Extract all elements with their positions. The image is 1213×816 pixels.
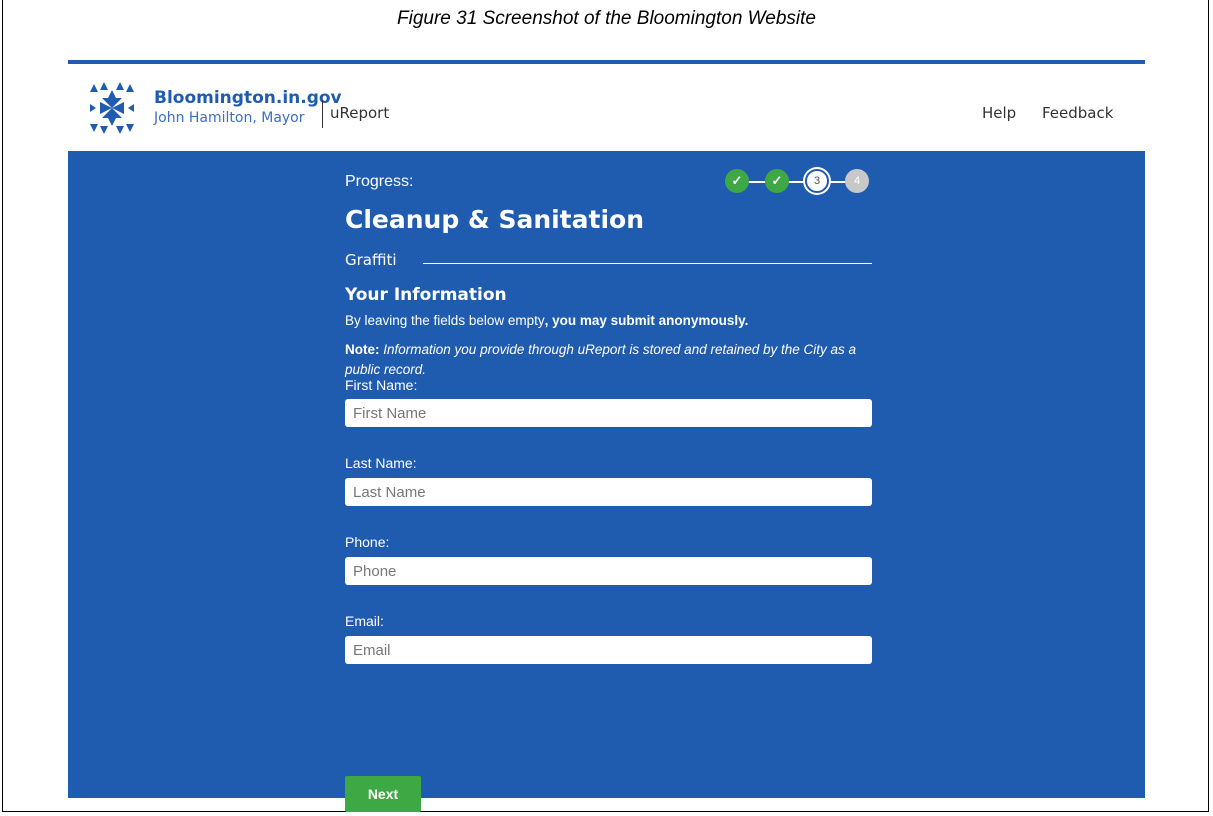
nav-feedback-link[interactable]: Feedback bbox=[1042, 104, 1113, 122]
site-window: Bloomington.in.gov John Hamilton, Mayor … bbox=[68, 60, 1145, 812]
email-label: Email: bbox=[345, 613, 384, 629]
note-text: Information you provide through uReport … bbox=[345, 342, 857, 377]
progress-line bbox=[737, 181, 857, 183]
anonymous-notice-bold: , you may submit anonymously. bbox=[544, 313, 749, 328]
anonymous-notice-text: By leaving the fields below empty bbox=[345, 313, 545, 328]
figure-caption: Figure 31 Screenshot of the Bloomington … bbox=[397, 8, 816, 29]
email-input[interactable] bbox=[345, 636, 872, 664]
section-title: Your Information bbox=[345, 285, 507, 305]
phone-label: Phone: bbox=[345, 534, 390, 550]
site-header: Bloomington.in.gov John Hamilton, Mayor … bbox=[68, 60, 1145, 151]
brand-name[interactable]: Bloomington.in.gov bbox=[154, 88, 342, 108]
first-name-input[interactable] bbox=[345, 399, 872, 427]
step-1-checkmark-icon: ✓ bbox=[725, 169, 749, 193]
note-label: Note: bbox=[345, 342, 380, 357]
last-name-input[interactable] bbox=[345, 478, 872, 506]
step-4-future: 4 bbox=[845, 169, 869, 193]
step-3-current: 3 bbox=[805, 169, 829, 193]
last-name-label: Last Name: bbox=[345, 455, 417, 471]
anonymous-notice: By leaving the fields below empty, you m… bbox=[345, 313, 748, 328]
public-record-note: Note: Information you provide through uR… bbox=[345, 340, 872, 380]
bloomington-logo-icon[interactable] bbox=[88, 80, 136, 136]
next-button[interactable]: Next bbox=[345, 776, 421, 812]
nav-help-link[interactable]: Help bbox=[982, 104, 1016, 122]
progress-steps: ✓ ✓ 3 4 bbox=[725, 169, 873, 195]
subcategory-divider bbox=[423, 263, 872, 264]
category-title: Cleanup & Sanitation bbox=[345, 205, 644, 234]
first-name-label: First Name: bbox=[345, 377, 418, 393]
app-name[interactable]: uReport bbox=[330, 104, 389, 122]
step-2-checkmark-icon: ✓ bbox=[765, 169, 789, 193]
brand-subtitle: John Hamilton, Mayor bbox=[154, 110, 305, 126]
subcategory-label: Graffiti bbox=[345, 251, 397, 269]
brand-divider bbox=[322, 100, 323, 128]
phone-input[interactable] bbox=[345, 557, 872, 585]
progress-label: Progress: bbox=[345, 173, 414, 190]
